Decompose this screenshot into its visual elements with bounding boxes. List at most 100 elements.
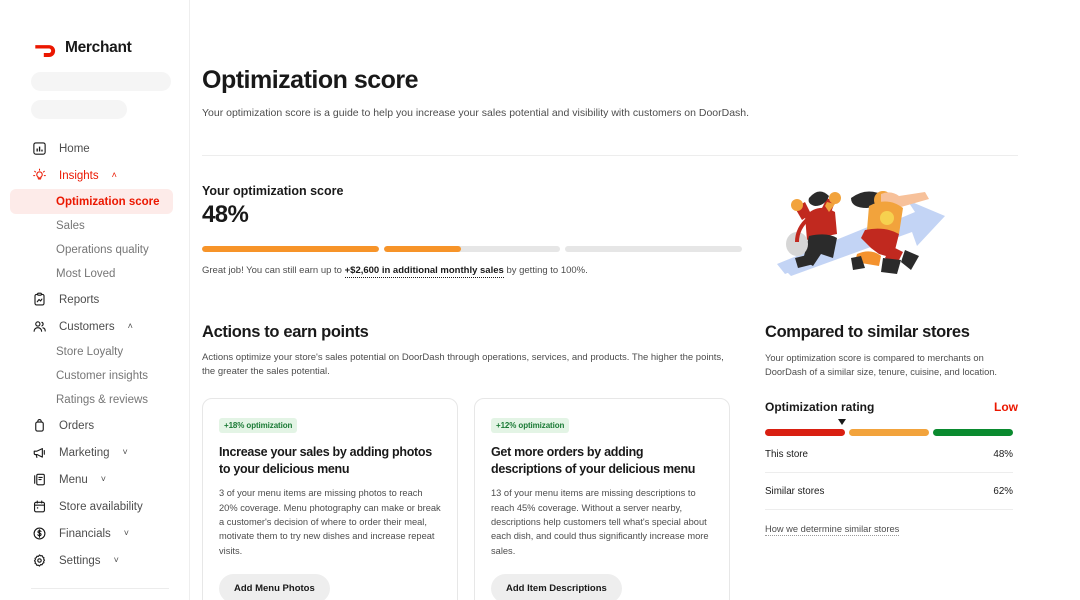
chevron-down-icon: ˅ — [113, 555, 119, 565]
compare-row-label: This store — [765, 448, 809, 460]
optimization-score-section: Your optimization score 48% Great job! Y… — [202, 184, 1018, 285]
actions-column: Actions to earn points Actions optimize … — [202, 323, 747, 600]
action-card-title: Get more orders by adding descriptions o… — [491, 445, 696, 476]
sidebar-item-settings[interactable]: Settings ˅ — [0, 547, 189, 574]
sidebar-subitem-label: Store Loyalty — [56, 346, 124, 358]
page-title: Optimization score — [202, 66, 419, 94]
action-card[interactable]: +18% optimization Increase your sales by… — [202, 398, 458, 600]
add-item-descriptions-button[interactable]: Add Item Descriptions — [491, 574, 622, 600]
lightbulb-icon — [31, 168, 47, 184]
sidebar-item-marketing[interactable]: Marketing ˅ — [0, 439, 189, 466]
chevron-down-icon: ˅ — [122, 447, 128, 457]
chevron-down-icon: ˅ — [123, 528, 130, 538]
optimization-rating-row: Optimization rating Low — [765, 400, 1018, 414]
score-segment-2 — [383, 245, 561, 252]
compare-row: This store 48% — [765, 436, 1013, 473]
sidebar-subitem-label: Sales — [56, 220, 85, 232]
sidebar-item-label: Insights — [59, 169, 99, 182]
megaphone-icon — [31, 445, 47, 461]
sidebar-subitem-most-loved[interactable]: Most Loved — [0, 262, 189, 286]
action-card-body: 13 of your menu items are missing descri… — [491, 488, 709, 556]
menu-book-icon — [31, 472, 47, 488]
header-divider — [202, 154, 1018, 156]
sidebar-item-menu[interactable]: Menu ˅ — [0, 466, 189, 493]
brand-name: Merchant — [65, 39, 132, 56]
brand-header[interactable]: Merchant — [0, 0, 189, 62]
sidebar-item-label: Settings — [59, 554, 101, 567]
sidebar-subitem-label: Customer insights — [56, 370, 149, 382]
actions-subtitle: Actions optimize your store's sales pote… — [202, 351, 724, 378]
compare-column: Compared to similar stores Your optimiza… — [747, 323, 1018, 600]
sidebar-divider — [31, 588, 169, 589]
score-note-suffix: by getting to 100%. — [506, 264, 588, 276]
gear-icon — [31, 553, 47, 569]
sidebar-subitem-label: Operations quality — [56, 244, 149, 256]
compare-row-value: 48% — [993, 448, 1013, 460]
actions-title: Actions to earn points — [202, 322, 369, 341]
sidebar-subitem-label: Most Loved — [56, 268, 116, 280]
sidebar-item-customers[interactable]: Customers ˄ — [0, 313, 189, 340]
rating-segment-high — [933, 428, 1013, 436]
how-we-determine-similar-stores-link[interactable]: How we determine similar stores — [765, 524, 900, 536]
skeleton-bar — [31, 72, 171, 91]
sidebar-nav: Home Insights ˄ Optimization score Sales… — [0, 135, 189, 600]
sidebar-item-label: Financials — [59, 527, 111, 540]
score-segment-3 — [565, 245, 743, 252]
sidebar-subitem-customer-insights[interactable]: Customer insights — [0, 364, 189, 388]
optimization-rating-value: Low — [994, 399, 1018, 414]
compare-subtitle: Your optimization score is compared to m… — [765, 352, 998, 378]
sidebar-item-label: Store availability — [59, 500, 143, 513]
store-switcher-skeleton — [0, 62, 189, 119]
bar-chart-box-icon — [31, 141, 47, 157]
action-card[interactable]: +12% optimization Get more orders by add… — [474, 398, 730, 600]
people-celebrating-arrow-illustration — [765, 172, 965, 285]
score-label: Your optimization score — [202, 183, 344, 198]
people-icon — [31, 319, 47, 335]
doordash-logo-icon — [34, 40, 57, 57]
sidebar-subitem-store-loyalty[interactable]: Store Loyalty — [0, 340, 189, 364]
sidebar-item-label: Marketing — [59, 446, 110, 459]
sidebar-subitem-optimization-score[interactable]: Optimization score — [10, 189, 173, 214]
additional-sales-link[interactable]: +$2,600 in additional monthly sales — [344, 264, 504, 278]
action-cards: +18% optimization Increase your sales by… — [202, 398, 747, 600]
compare-row-value: 62% — [993, 485, 1013, 497]
sidebar-subitem-sales[interactable]: Sales — [0, 214, 189, 238]
bag-icon — [31, 418, 47, 434]
status-badge: +12% optimization — [491, 418, 570, 434]
action-card-title: Increase your sales by adding photos to … — [219, 445, 432, 476]
sidebar-item-label: Orders — [59, 419, 95, 432]
sidebar-item-reports[interactable]: Reports — [0, 286, 189, 313]
sidebar-item-label: Customers — [59, 320, 115, 333]
calendar-icon — [31, 499, 47, 515]
sidebar-subitem-ratings-reviews[interactable]: Ratings & reviews — [0, 388, 189, 412]
compare-title: Compared to similar stores — [765, 322, 970, 341]
clipboard-chart-icon — [31, 292, 47, 308]
optimization-rating-label: Optimization rating — [765, 399, 875, 414]
sidebar-subitem-operations-quality[interactable]: Operations quality — [0, 238, 189, 262]
sidebar: Merchant Home Insights ˄ Optimization sc… — [0, 0, 190, 600]
add-menu-photos-button[interactable]: Add Menu Photos — [219, 574, 330, 600]
rating-marker-icon — [837, 418, 846, 425]
chevron-up-icon: ˄ — [111, 170, 117, 180]
sidebar-item-financials[interactable]: Financials ˅ — [0, 520, 189, 547]
score-segment-fill — [383, 245, 462, 252]
page-subtitle: Your optimization score is a guide to he… — [202, 107, 750, 119]
sidebar-item-store-availability[interactable]: Store availability — [0, 493, 189, 520]
app-root: Merchant Home Insights ˄ Optimization sc… — [0, 0, 1080, 600]
sidebar-item-home[interactable]: Home — [0, 135, 189, 162]
compare-row: Similar stores 62% — [765, 473, 1013, 510]
rating-bar — [765, 428, 1013, 436]
compare-row-label: Similar stores — [765, 485, 825, 497]
lower-section: Actions to earn points Actions optimize … — [202, 323, 1018, 600]
rating-bar-wrapper — [765, 418, 1013, 436]
sidebar-item-label: Menu — [59, 473, 88, 486]
sidebar-item-orders[interactable]: Orders — [0, 412, 189, 439]
score-progress-bar — [202, 245, 743, 252]
status-badge: +18% optimization — [219, 418, 298, 434]
sidebar-item-label: Reports — [59, 293, 100, 306]
chevron-up-icon: ˄ — [127, 321, 133, 331]
action-card-body: 3 of your menu items are missing photos … — [219, 488, 441, 556]
score-note-prefix: Great job! You can still earn up to — [202, 264, 342, 276]
score-note: Great job! You can still earn up to +$2,… — [202, 264, 747, 278]
sidebar-item-insights[interactable]: Insights ˄ — [0, 162, 189, 189]
